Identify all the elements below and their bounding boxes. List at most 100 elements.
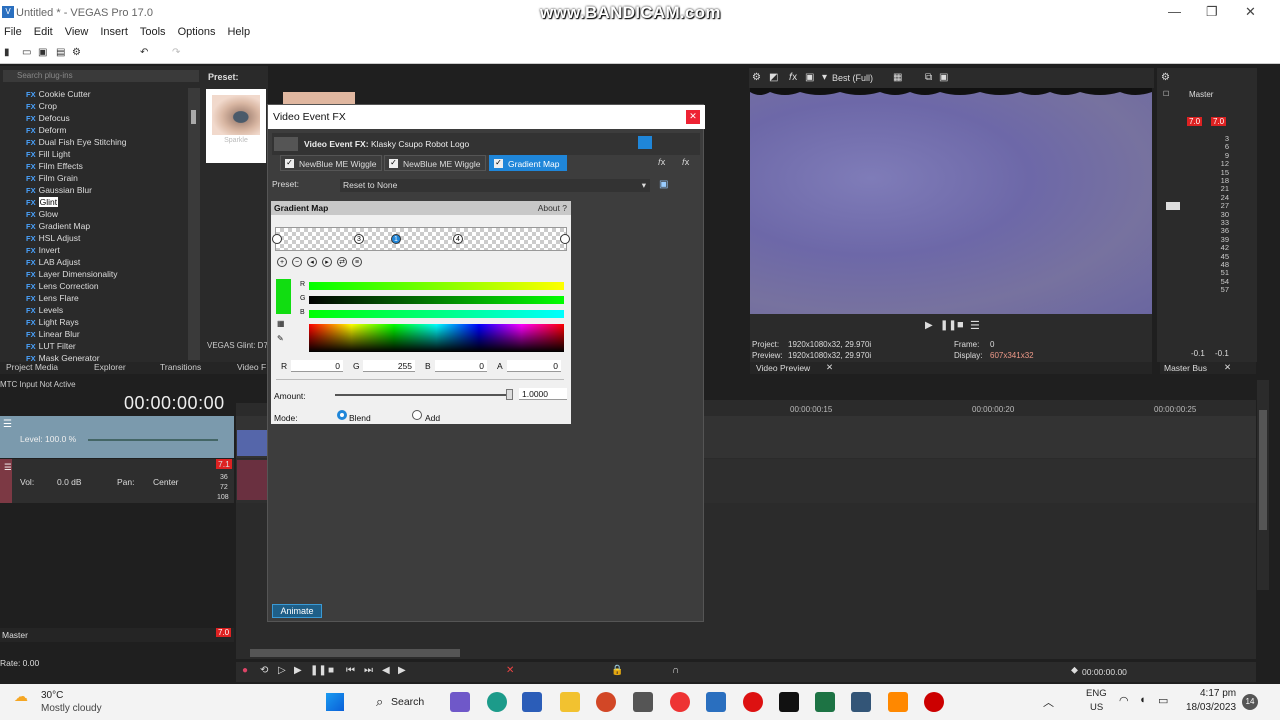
edge-icon[interactable] <box>487 692 507 712</box>
copy-snapshot-icon[interactable]: ⧉ <box>925 72 932 83</box>
menu-edit[interactable]: Edit <box>30 26 53 42</box>
distribute-icon[interactable]: ≡ <box>352 257 362 267</box>
audio-clip[interactable] <box>237 460 267 500</box>
speaker-icon[interactable]: ◖ <box>1139 694 1146 706</box>
video-clip[interactable] <box>237 430 267 456</box>
palette-icon[interactable]: ▦ <box>277 319 285 328</box>
start-icon[interactable] <box>326 693 344 711</box>
minimize-button[interactable]: — <box>1168 4 1181 19</box>
undo-icon[interactable]: ↶ <box>140 47 148 58</box>
snap-icon[interactable]: ∩ <box>672 665 679 676</box>
fx-tab-wiggle-2[interactable]: ✓ NewBlue ME Wiggle <box>384 155 486 171</box>
vegas-taskbar-icon[interactable] <box>779 692 799 712</box>
checkbox-icon[interactable]: ✓ <box>494 159 503 168</box>
notification-badge[interactable]: 14 <box>1242 694 1258 710</box>
vol-value[interactable]: 0.0 dB <box>57 477 82 487</box>
word-icon[interactable] <box>522 692 542 712</box>
about-link[interactable]: About ? <box>538 203 567 213</box>
track-menu-icon[interactable]: ☰ <box>4 462 12 473</box>
g-input[interactable]: 255 <box>363 360 415 372</box>
tab-video-fx[interactable]: Video F <box>237 362 266 372</box>
plugin-item[interactable]: FX Cookie Cutter <box>26 88 91 100</box>
fx-tab-gradient-map[interactable]: ✓ Gradient Map <box>489 155 567 171</box>
preview-stop-icon[interactable]: ■ <box>957 319 964 331</box>
eyedropper-icon[interactable]: ✎ <box>277 334 284 343</box>
teams-icon[interactable] <box>450 692 470 712</box>
plugin-item[interactable]: FX Lens Correction <box>26 280 99 292</box>
chevron-up-icon[interactable]: ︿ <box>1043 694 1054 710</box>
master-bus-tab[interactable]: Master Bus ✕ <box>1160 362 1256 374</box>
remove-stop-icon[interactable]: − <box>292 257 302 267</box>
grid-icon[interactable]: ▦ <box>893 72 902 83</box>
timeline-ruler[interactable]: 00:00:00:15 00:00:00:20 00:00:00:25 <box>704 400 1256 416</box>
a-input[interactable]: 0 <box>507 360 561 372</box>
lang-1[interactable]: ENG <box>1086 688 1107 699</box>
plugin-item[interactable]: FX Linear Blur <box>26 328 80 340</box>
gradient-bar[interactable]: 3 1 4 <box>272 227 570 251</box>
app-icon[interactable] <box>706 692 726 712</box>
plugin-item[interactable]: FX Film Effects <box>26 160 83 172</box>
tab-explorer[interactable]: Explorer <box>94 362 126 372</box>
menu-insert[interactable]: Insert <box>96 26 128 42</box>
plugin-item[interactable]: FX Gradient Map <box>26 220 90 232</box>
folder-icon[interactable] <box>560 692 580 712</box>
preview-menu-icon[interactable]: ☰ <box>970 319 980 332</box>
properties-icon[interactable]: ⚙ <box>72 47 81 58</box>
clock-date[interactable]: 18/03/2023 <box>1186 702 1236 713</box>
add-radio[interactable] <box>412 410 422 420</box>
render-icon[interactable]: ▤ <box>56 47 65 58</box>
audio-track-header[interactable]: ☰ Vol: 0.0 dB Pan: Center 7.1 36 72 108 <box>0 459 234 503</box>
preset-dropdown[interactable]: Reset to None ▾ <box>340 179 650 192</box>
green-slider[interactable] <box>309 296 564 304</box>
plugin-item[interactable]: FX Layer Dimensionality <box>26 268 118 280</box>
video-preview-canvas[interactable] <box>750 88 1152 314</box>
r-input[interactable]: 0 <box>291 360 343 372</box>
timeline-vscroll[interactable] <box>1257 380 1269 590</box>
plugin-item[interactable]: FX Defocus <box>26 112 70 124</box>
plugin-item[interactable]: FX HSL Adjust <box>26 232 80 244</box>
blue-slider[interactable] <box>309 310 564 318</box>
next-frame-icon[interactable]: ▶ <box>398 665 406 676</box>
plugin-item[interactable]: FX Lens Flare <box>26 292 79 304</box>
taskbar-search[interactable]: Search <box>391 696 424 708</box>
loop-icon[interactable]: ⟲ <box>260 665 268 676</box>
overlay-icon[interactable]: ▣ <box>805 72 814 83</box>
checkbox-icon[interactable]: ✓ <box>285 159 294 168</box>
animate-button[interactable]: Animate <box>272 604 322 618</box>
fx-tab-wiggle-1[interactable]: ✓ NewBlue ME Wiggle <box>280 155 382 171</box>
vlc-icon[interactable] <box>888 692 908 712</box>
open-icon[interactable]: ▭ <box>22 47 31 58</box>
preview-pause-icon[interactable]: ❚❚ <box>940 320 957 331</box>
play-from-start-icon[interactable]: ▷ <box>278 665 286 676</box>
fx-icon[interactable]: 𝑓x <box>789 72 797 83</box>
reverse-icon[interactable]: ⇄ <box>337 257 347 267</box>
dialog-close-button[interactable]: ✕ <box>686 110 700 124</box>
plugin-item[interactable]: FX Gaussian Blur <box>26 184 92 196</box>
color-spectrum[interactable] <box>309 324 564 352</box>
go-start-icon[interactable]: ⏮ <box>346 665 355 676</box>
remove-fx-icon[interactable]: 𝑓x <box>682 157 689 168</box>
checkbox-icon[interactable]: ☐ <box>1163 90 1169 98</box>
plugin-item[interactable]: FX LUT Filter <box>26 340 76 352</box>
amount-slider-handle[interactable] <box>506 389 513 400</box>
b-input[interactable]: 0 <box>435 360 487 372</box>
plugin-item[interactable]: FX Fill Light <box>26 148 70 160</box>
search-plugins-input[interactable]: Search plug-ins <box>3 70 199 82</box>
prev-stop-icon[interactable]: ◂ <box>307 257 317 267</box>
preview-play-icon[interactable]: ▶ <box>925 320 933 331</box>
plugin-item[interactable]: FX Glow <box>26 208 58 220</box>
level-slider[interactable] <box>88 439 218 441</box>
opera-icon[interactable] <box>743 692 763 712</box>
plugin-item[interactable]: FX Light Rays <box>26 316 79 328</box>
checkbox-icon[interactable]: ✓ <box>389 159 398 168</box>
menu-tools[interactable]: Tools <box>136 26 166 42</box>
plugin-item[interactable]: FX Glint <box>26 196 59 208</box>
bandicam-icon[interactable] <box>924 692 944 712</box>
fader-handle[interactable] <box>1166 202 1180 210</box>
menu-options[interactable]: Options <box>174 26 216 42</box>
video-track-header[interactable]: ☰ Level: 100.0 % <box>0 416 234 458</box>
preview-tab[interactable]: Video Preview ✕ <box>750 362 1152 374</box>
plugin-item[interactable]: FX Deform <box>26 124 66 136</box>
menu-file[interactable]: File <box>0 26 22 42</box>
gradient-stop[interactable]: 4 <box>453 234 463 244</box>
